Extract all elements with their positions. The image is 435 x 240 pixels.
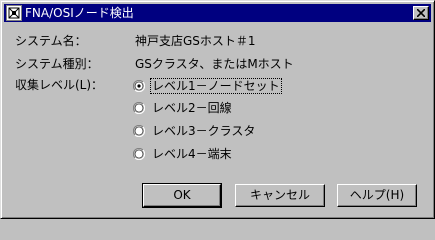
radio-level-3-label: レベル3－クラスタ [152, 124, 256, 138]
radio-unselected-icon [133, 102, 145, 114]
system-name-value: 神戸支店GSホスト＃1 [135, 34, 256, 48]
radio-unselected-icon [133, 125, 145, 137]
radio-unselected-icon [133, 148, 145, 160]
close-button[interactable] [413, 6, 429, 20]
ok-button[interactable]: OK [142, 183, 222, 208]
radio-level-4-label: レベル4－端末 [152, 147, 232, 161]
cancel-button[interactable]: キャンセル [235, 184, 325, 207]
system-type-value: GSクラスタ、またはMホスト [135, 57, 294, 71]
app-icon [6, 5, 22, 21]
help-button[interactable]: ヘルプ(H) [337, 184, 417, 207]
window-title: FNA/OSIノード検出 [25, 6, 134, 20]
radio-level-4[interactable]: レベル4－端末 [133, 146, 283, 162]
radio-level-1[interactable]: レベル1－ノードセット [133, 78, 283, 94]
radio-selected-icon [133, 80, 145, 92]
radio-level-2-label: レベル2－回線 [152, 101, 232, 115]
collection-level-label: 収集レベル(L)： [15, 78, 104, 92]
dialog-window: FNA/OSIノード検出 システム名： 神戸支店GSホスト＃1 システム種別： … [0, 0, 435, 219]
system-type-label: システム種別： [15, 57, 99, 71]
title-bar[interactable]: FNA/OSIノード検出 [4, 4, 431, 22]
system-name-label: システム名： [15, 34, 87, 48]
close-icon [417, 9, 425, 17]
radio-level-1-label: レベル1－ノードセット [150, 78, 282, 94]
radio-level-2[interactable]: レベル2－回線 [133, 100, 283, 116]
radio-level-3[interactable]: レベル3－クラスタ [133, 123, 283, 139]
